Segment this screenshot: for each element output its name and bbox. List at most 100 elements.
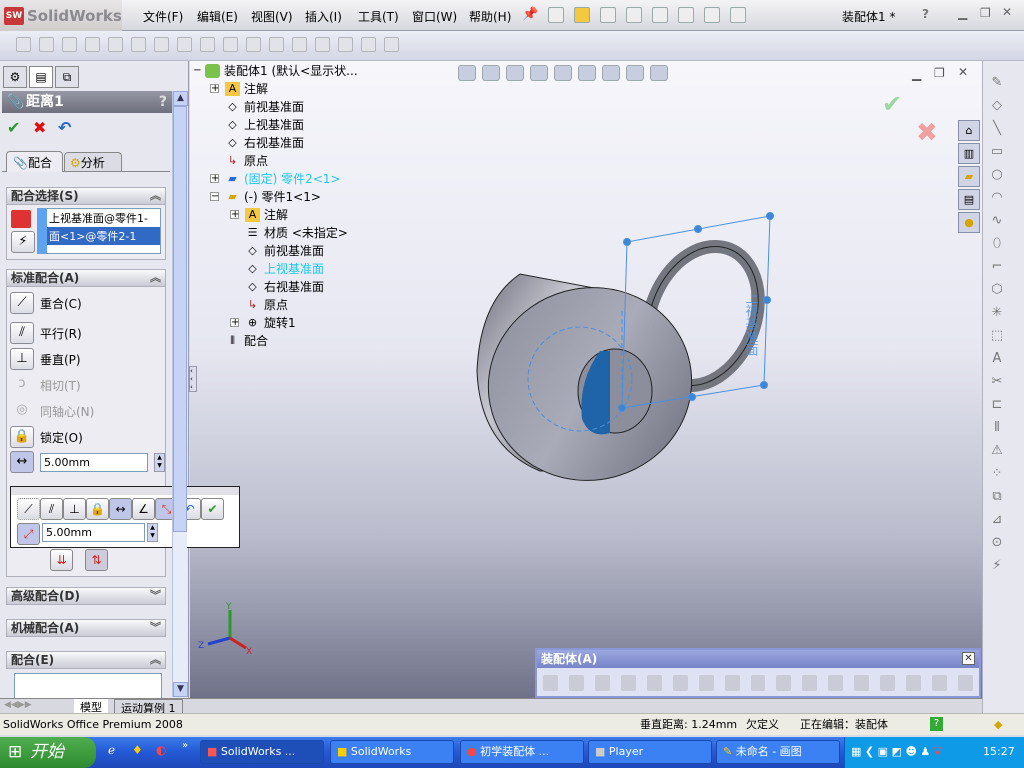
previous-view-icon[interactable] bbox=[506, 65, 524, 81]
move-icon[interactable]: ⊿ bbox=[989, 512, 1005, 529]
explode-line-icon[interactable] bbox=[828, 675, 844, 691]
tree-item[interactable]: ▰ (-) 零件1<1> bbox=[225, 188, 321, 205]
tool-icon[interactable] bbox=[269, 37, 284, 52]
popup-title-bar[interactable] bbox=[11, 487, 239, 495]
tab-scroll-arrows[interactable]: ◀◀▶▶ bbox=[4, 700, 32, 710]
standard-mates-header[interactable]: 标准配合(A) ︽ bbox=[6, 269, 166, 287]
ellipse-icon[interactable]: ⬯ bbox=[989, 236, 1005, 253]
save-icon[interactable] bbox=[600, 7, 616, 23]
repair-icon[interactable]: ⧉ bbox=[989, 489, 1005, 506]
exploded-view-icon[interactable] bbox=[802, 675, 818, 691]
insert-component-icon[interactable] bbox=[543, 675, 558, 691]
linear-pattern-icon[interactable] bbox=[594, 675, 610, 691]
polygon-icon[interactable]: ⬡ bbox=[989, 282, 1005, 299]
options-icon[interactable] bbox=[730, 7, 746, 23]
menu-edit[interactable]: 编辑(E) bbox=[197, 8, 238, 25]
rectangle-icon[interactable]: ▭ bbox=[989, 144, 1005, 161]
bill-of-materials-icon[interactable] bbox=[776, 675, 792, 691]
quick-launch-more-icon[interactable]: » bbox=[182, 740, 188, 751]
tree-item[interactable]: ↳ 原点 bbox=[225, 152, 268, 169]
file-explorer-icon[interactable]: ▰ bbox=[958, 166, 980, 187]
tool-icon[interactable] bbox=[62, 37, 77, 52]
line-icon[interactable]: ╲ bbox=[989, 121, 1005, 138]
feature-manager-tab-icon[interactable]: ⚙ bbox=[3, 66, 27, 88]
tree-item[interactable]: ◇ 右视基准面 bbox=[245, 278, 324, 295]
mate-icon[interactable] bbox=[568, 675, 584, 691]
tree-item[interactable]: A 注解 bbox=[225, 80, 268, 97]
tree-item[interactable]: ☰ 材质 <未指定> bbox=[245, 224, 348, 241]
collapse-toggle[interactable]: − bbox=[193, 66, 202, 76]
task-player[interactable]: ■ Player bbox=[588, 740, 712, 764]
relation-icon[interactable]: ⚠ bbox=[989, 443, 1005, 460]
mate-parallel[interactable]: ⫽ 平行(R) bbox=[10, 322, 82, 344]
restore-button[interactable]: ❐ bbox=[980, 6, 991, 20]
hide-show-icon[interactable] bbox=[602, 65, 620, 81]
smart-dimension-icon[interactable]: ◇ bbox=[989, 98, 1005, 115]
selection-item[interactable]: 上视基准面@零件1- bbox=[47, 209, 160, 227]
appearance-icon[interactable] bbox=[626, 65, 644, 81]
mate-lock[interactable]: 🔒 锁定(O) bbox=[10, 426, 83, 448]
tree-item[interactable]: ↳ 原点 bbox=[245, 296, 288, 313]
new-motion-study-icon[interactable] bbox=[750, 675, 766, 691]
instant3d-icon[interactable] bbox=[932, 675, 947, 691]
help-icon[interactable]: ? bbox=[159, 91, 167, 113]
smart-fasteners-icon[interactable] bbox=[620, 675, 636, 691]
text-icon[interactable]: A bbox=[989, 351, 1005, 368]
viewport-restore-button[interactable]: ❐ bbox=[934, 66, 945, 80]
aligned-icon[interactable]: ⇊ bbox=[50, 549, 73, 571]
ok-button[interactable]: ✔ bbox=[7, 118, 20, 137]
tool-icon[interactable] bbox=[361, 37, 376, 52]
anti-aligned-icon[interactable]: ⇅ bbox=[85, 549, 108, 571]
distance-icon[interactable]: ↔ bbox=[109, 498, 132, 520]
expand-toggle[interactable]: − bbox=[210, 192, 219, 202]
tree-item[interactable]: ◇ 右视基准面 bbox=[225, 134, 304, 151]
tree-item[interactable]: ⫴ 配合 bbox=[225, 332, 268, 349]
design-library-icon[interactable]: ▥ bbox=[958, 143, 980, 164]
tool-icon[interactable] bbox=[154, 37, 169, 52]
task-folder[interactable]: ■ SolidWorks bbox=[330, 740, 454, 764]
rotate-icon[interactable]: ⊙ bbox=[989, 535, 1005, 552]
offset-icon[interactable]: ⊏ bbox=[989, 397, 1005, 414]
minimize-button[interactable]: ▁ bbox=[958, 6, 967, 20]
solidworks-logo[interactable]: SW SolidWorks bbox=[0, 0, 122, 31]
lock-icon[interactable]: 🔒 bbox=[86, 498, 109, 520]
ok-icon[interactable]: ✔ bbox=[201, 498, 224, 520]
scroll-thumb[interactable] bbox=[173, 106, 187, 532]
mate-selection-header[interactable]: 配合选择(S) ︽ bbox=[6, 187, 166, 205]
clearance-icon[interactable] bbox=[880, 675, 896, 691]
tree-item[interactable]: ◇ 前视基准面 bbox=[245, 242, 324, 259]
tag-icon[interactable]: ◆ bbox=[994, 714, 1002, 735]
hole-alignment-icon[interactable] bbox=[906, 675, 922, 691]
home-icon[interactable]: ⌂ bbox=[958, 120, 980, 141]
cylinder-part[interactable] bbox=[467, 265, 714, 503]
tool-icon[interactable] bbox=[108, 37, 123, 52]
tray-icon[interactable]: ◩ bbox=[892, 745, 902, 758]
open-icon[interactable] bbox=[574, 7, 590, 23]
spline-icon[interactable]: ∿ bbox=[989, 213, 1005, 230]
graphics-area[interactable]: 上视基准面 bbox=[190, 61, 982, 699]
mate-distance[interactable]: ↔ 5.00mm ▲ ▼ bbox=[10, 451, 165, 473]
select-icon[interactable] bbox=[678, 7, 694, 23]
tool-icon[interactable] bbox=[223, 37, 238, 52]
pattern-icon[interactable]: ⁘ bbox=[989, 466, 1005, 483]
quick-launch-icon[interactable]: ♦ bbox=[132, 743, 143, 757]
tray-icon[interactable]: ▣ bbox=[878, 745, 888, 758]
mates-list-header[interactable]: 配合(E) ︽ bbox=[6, 651, 166, 669]
start-button[interactable]: ⊞ 开始 bbox=[0, 737, 96, 768]
popup-distance-spinner[interactable]: ▲ ▼ bbox=[147, 523, 158, 542]
tree-item[interactable]: ◇ 上视基准面 bbox=[225, 116, 304, 133]
quick-snap-icon[interactable]: ⚡ bbox=[989, 558, 1005, 575]
property-manager-tab-icon[interactable]: ▤ bbox=[29, 66, 53, 88]
undo-button[interactable]: ↶ bbox=[58, 118, 71, 137]
perpendicular-icon[interactable]: ⊥ bbox=[63, 498, 86, 520]
appearances-icon[interactable]: ● bbox=[958, 212, 980, 233]
pin-icon[interactable]: 📌 bbox=[522, 7, 538, 22]
popup-distance-input[interactable]: 5.00mm bbox=[42, 523, 145, 542]
assembly-features-icon[interactable] bbox=[698, 675, 714, 691]
assembly-xpert-icon[interactable] bbox=[958, 675, 973, 691]
task-solidworks[interactable]: ■ SolidWorks ... bbox=[200, 740, 324, 764]
reference-geometry-icon[interactable] bbox=[724, 675, 740, 691]
zoom-area-icon[interactable] bbox=[482, 65, 500, 81]
scroll-up-button[interactable]: ▲ bbox=[173, 91, 188, 106]
tree-item[interactable]: ▰ (固定) 零件2<1> bbox=[225, 170, 340, 187]
